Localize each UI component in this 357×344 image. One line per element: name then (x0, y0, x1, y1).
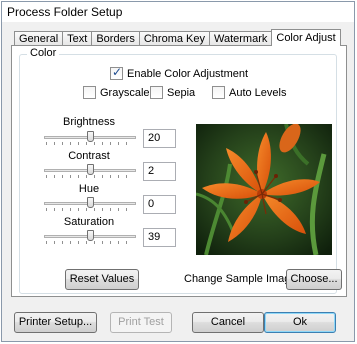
saturation-label: Saturation (63, 216, 115, 228)
reset-values-button[interactable]: Reset Values (65, 269, 139, 290)
contrast-input[interactable]: 2 (143, 162, 176, 181)
change-sample-image-label: Change Sample Image: (184, 273, 300, 285)
slider-ticks (46, 175, 134, 178)
auto-levels-label: Auto Levels (229, 86, 287, 99)
hue-slider[interactable] (44, 197, 136, 211)
checkbox-box (150, 86, 163, 99)
color-group: Color Enable Color Adjustment Grayscale … (19, 47, 342, 294)
slider-ticks (46, 241, 134, 244)
slider-thumb[interactable] (87, 164, 94, 175)
slider-ticks (46, 208, 134, 211)
slider-thumb[interactable] (87, 230, 94, 241)
tab-watermark[interactable]: Watermark (209, 31, 273, 46)
saturation-slider[interactable] (44, 230, 136, 244)
brightness-input[interactable]: 20 (143, 129, 176, 148)
hue-label: Hue (78, 183, 100, 195)
sepia-checkbox[interactable]: Sepia (150, 86, 195, 99)
checkbox-box (83, 86, 96, 99)
grayscale-checkbox[interactable]: Grayscale (83, 86, 150, 99)
cancel-button[interactable]: Cancel (192, 312, 264, 333)
dialog-window: Process Folder Setup General Text Border… (1, 1, 355, 342)
slider-thumb[interactable] (87, 197, 94, 208)
enable-color-adjustment-label: Enable Color Adjustment (127, 67, 249, 80)
ok-button[interactable]: Ok (264, 312, 336, 333)
tab-color-adjust[interactable]: Color Adjust (271, 29, 341, 46)
saturation-input[interactable]: 39 (143, 228, 176, 247)
hue-input[interactable]: 0 (143, 195, 176, 214)
sepia-label: Sepia (167, 86, 196, 99)
auto-levels-checkbox[interactable]: Auto Levels (212, 86, 286, 99)
slider-thumb[interactable] (87, 131, 94, 142)
sample-image (196, 124, 332, 255)
print-test-button[interactable]: Print Test (110, 312, 172, 333)
tab-general[interactable]: General (14, 31, 64, 46)
choose-button[interactable]: Choose... (286, 269, 342, 290)
tab-strip: General Text Borders Chroma Key Watermar… (14, 29, 341, 46)
contrast-label: Contrast (68, 150, 110, 162)
window-title: Process Folder Setup (2, 2, 354, 22)
tab-chroma-key[interactable]: Chroma Key (138, 31, 210, 46)
checkbox-box (212, 86, 225, 99)
color-adjust-panel: Color Enable Color Adjustment Grayscale … (11, 45, 347, 297)
checkmark-icon (110, 65, 123, 80)
contrast-slider[interactable] (44, 164, 136, 178)
slider-ticks (46, 142, 134, 145)
tab-text[interactable]: Text (62, 31, 93, 46)
brightness-label: Brightness (63, 116, 115, 128)
orange-lily-photo (196, 124, 332, 255)
grayscale-label: Grayscale (100, 86, 150, 99)
tab-borders[interactable]: Borders (91, 31, 140, 46)
color-group-legend: Color (27, 47, 60, 59)
brightness-slider[interactable] (44, 131, 136, 145)
enable-color-adjustment-checkbox[interactable]: Enable Color Adjustment (110, 65, 249, 80)
printer-setup-button[interactable]: Printer Setup... (14, 312, 97, 333)
